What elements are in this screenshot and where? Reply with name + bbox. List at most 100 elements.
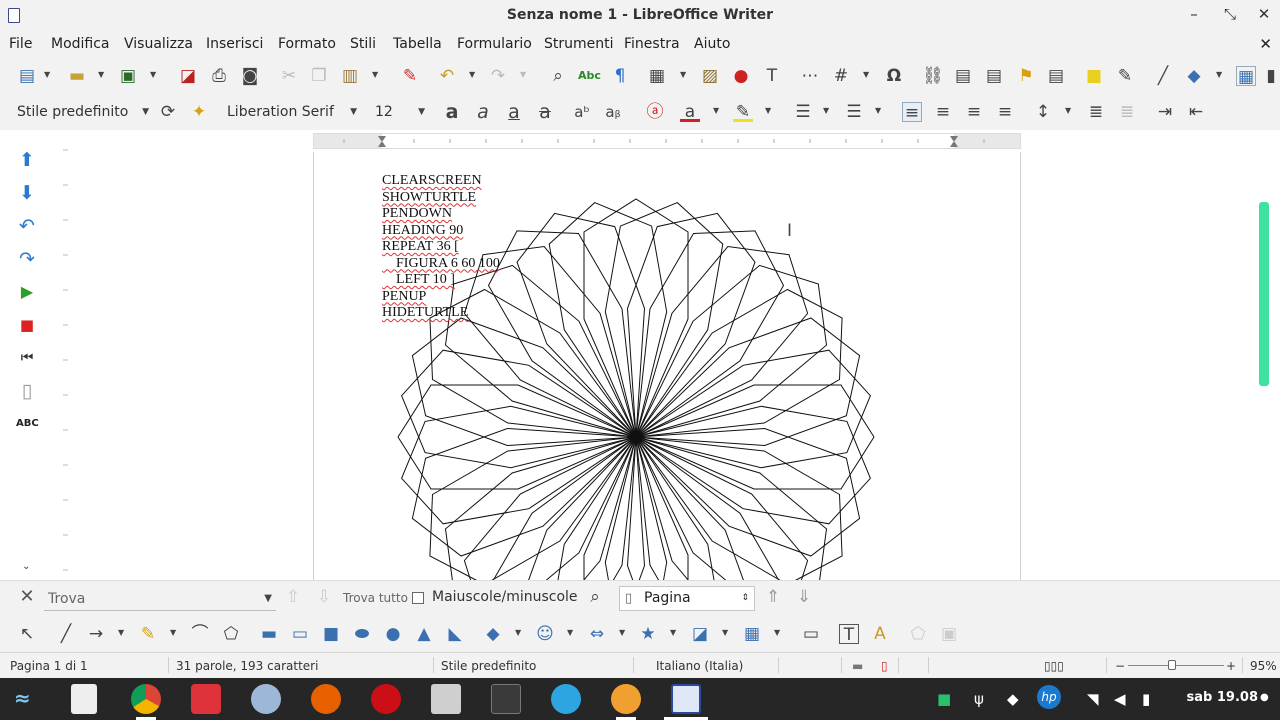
superscript-icon[interactable]: aᵇ <box>572 102 592 122</box>
clone-formatting-icon[interactable]: ✎ <box>400 66 420 86</box>
document-icon[interactable]: ▯ <box>16 380 38 402</box>
right-triangle-icon[interactable]: ◣ <box>445 624 465 644</box>
italic-icon[interactable]: a <box>473 102 493 122</box>
callouts-dropdown-icon[interactable]: ▼ <box>722 628 728 637</box>
save-dropdown-icon[interactable]: ▼ <box>150 70 156 79</box>
insert-comment-icon[interactable]: ■ <box>1084 66 1104 86</box>
spinner-icon[interactable]: ⇕ <box>741 587 749 610</box>
insert-bookmark-icon[interactable]: ⚑ <box>1016 66 1036 86</box>
document-line[interactable]: FIGURA 6 60 100 <box>382 256 500 273</box>
callouts-icon[interactable]: ◪ <box>690 624 710 644</box>
menu-file[interactable]: File <box>9 36 32 52</box>
freehand-icon[interactable]: ✎ <box>138 624 158 644</box>
undo-icon[interactable]: ↶ <box>16 215 38 237</box>
document-line[interactable]: PENUP <box>382 289 500 306</box>
square-icon[interactable]: ■ <box>321 624 341 644</box>
undo-icon[interactable]: ↶ <box>437 66 457 86</box>
close-icon[interactable]: ✕ <box>1254 5 1274 23</box>
vivaldi-icon[interactable] <box>191 684 221 714</box>
shapes-dropdown-icon[interactable]: ▼ <box>1216 70 1222 79</box>
match-case-checkbox[interactable] <box>412 592 424 604</box>
restart-icon[interactable]: ⏮ <box>16 347 38 369</box>
sidebar-toggle-icon[interactable]: ▦ <box>1236 66 1256 87</box>
document-line[interactable]: REPEAT 36 [ <box>382 239 500 256</box>
stars-icon[interactable]: ★ <box>638 624 658 644</box>
rectangle-icon[interactable]: ▬ <box>259 624 279 644</box>
search-scope-combo[interactable]: ▯ Pagina ⇕ <box>619 586 755 611</box>
subscript-icon[interactable]: aᵦ <box>603 102 623 122</box>
insert-fontwork-icon[interactable]: A <box>870 624 890 644</box>
basic-shapes-icon[interactable]: ◆ <box>483 624 503 644</box>
screencast-icon[interactable]: ■ <box>937 690 951 708</box>
insert-page-break-icon[interactable]: ⋯ <box>800 66 820 86</box>
menu-strumenti[interactable]: Strumenti <box>544 36 614 52</box>
document-text[interactable]: CLEARSCREEN SHOWTURTLE PENDOWN HEADING 9… <box>382 173 500 322</box>
line-spacing-icon[interactable]: ↕ <box>1033 102 1053 122</box>
font-color-icon[interactable]: a <box>680 102 700 122</box>
chromium-icon[interactable] <box>251 684 281 714</box>
highlight-dropdown-icon[interactable]: ▼ <box>765 106 771 115</box>
battery-icon[interactable]: ▮ <box>1142 690 1150 708</box>
insert-table-icon[interactable]: ▦ <box>647 66 667 86</box>
polygon-icon[interactable]: ⬠ <box>221 624 241 644</box>
flowchart-icon[interactable]: ▦ <box>742 624 762 644</box>
decrease-indent-icon[interactable]: ⇤ <box>1186 102 1206 122</box>
document-line[interactable]: LEFT 10 ] <box>382 272 500 289</box>
increase-indent-icon[interactable]: ⇥ <box>1155 102 1175 122</box>
file-manager-icon[interactable] <box>431 684 461 714</box>
font-color-dropdown-icon[interactable]: ▼ <box>713 106 719 115</box>
undo-dropdown-icon[interactable]: ▼ <box>469 70 475 79</box>
table-dropdown-icon[interactable]: ▼ <box>680 70 686 79</box>
selection-mode-icon[interactable]: ▬ <box>852 659 863 673</box>
zoom-in-icon[interactable]: + <box>1226 659 1236 673</box>
justify-icon[interactable]: ≡ <box>995 102 1015 122</box>
menu-stili[interactable]: Stili <box>350 36 376 52</box>
page-style[interactable]: Stile predefinito <box>441 659 536 673</box>
zoom-slider-handle[interactable] <box>1168 660 1176 670</box>
vertical-scrollbar[interactable] <box>1259 202 1269 386</box>
field-dropdown-icon[interactable]: ▼ <box>863 70 869 79</box>
basic-shapes-icon[interactable]: ◆ <box>1184 66 1204 86</box>
select-icon[interactable]: ↖ <box>17 624 37 644</box>
open-dropdown-icon[interactable]: ▼ <box>98 70 104 79</box>
arrow-dropdown-icon[interactable]: ▼ <box>118 628 124 637</box>
document-line[interactable]: HEADING 90 <box>382 223 500 240</box>
close-find-icon[interactable]: ✕ <box>17 587 37 607</box>
insert-image-icon[interactable]: ▨ <box>700 66 720 86</box>
menu-inserisci[interactable]: Inserisci <box>206 36 263 52</box>
volume-icon[interactable]: ◀ <box>1114 690 1126 708</box>
update-style-icon[interactable]: ⟳ <box>158 102 178 122</box>
insert-endnote-icon[interactable]: ▤ <box>984 66 1004 86</box>
menu-modifica[interactable]: Modifica <box>51 36 110 52</box>
libreoffice-writer-icon[interactable] <box>671 684 701 714</box>
align-center-icon[interactable]: ≡ <box>933 102 953 122</box>
track-changes-icon[interactable]: ✎ <box>1115 66 1135 86</box>
new-document-icon[interactable]: ▤ <box>17 66 37 86</box>
ellipse-icon[interactable]: ⬬ <box>352 624 372 644</box>
firefox-icon[interactable] <box>311 684 341 714</box>
underline-icon[interactable]: a <box>504 102 524 122</box>
telegram-icon[interactable] <box>551 684 581 714</box>
triangle-icon[interactable]: ▲ <box>414 624 434 644</box>
menu-tabella[interactable]: Tabella <box>393 36 442 52</box>
flowchart-dropdown-icon[interactable]: ▼ <box>774 628 780 637</box>
circle-icon[interactable]: ● <box>383 624 403 644</box>
document-page[interactable]: CLEARSCREEN SHOWTURTLE PENDOWN HEADING 9… <box>313 152 1021 592</box>
points-icon[interactable]: ⬠ <box>908 624 928 644</box>
hp-icon[interactable]: hp <box>1037 685 1061 709</box>
arrow-line-icon[interactable]: → <box>86 624 106 644</box>
document-line[interactable]: HIDETURTLE <box>382 305 500 322</box>
redo-icon[interactable]: ↷ <box>16 248 38 270</box>
paste-dropdown-icon[interactable]: ▼ <box>372 70 378 79</box>
wifi-icon[interactable]: ◥ <box>1087 690 1099 708</box>
document-line[interactable]: PENDOWN <box>382 206 500 223</box>
bold-icon[interactable]: a <box>442 102 462 122</box>
page-count[interactable]: Pagina 1 di 1 <box>10 659 88 673</box>
launcher-icon[interactable]: ≈ <box>14 686 31 710</box>
align-right-icon[interactable]: ≡ <box>964 102 984 122</box>
menu-aiuto[interactable]: Aiuto <box>694 36 730 52</box>
rounded-rectangle-icon[interactable]: ▭ <box>290 624 310 644</box>
print-preview-icon[interactable]: ◙ <box>240 66 260 86</box>
stop-icon[interactable]: ■ <box>16 314 38 336</box>
basic-shapes-dropdown-icon[interactable]: ▼ <box>515 628 521 637</box>
